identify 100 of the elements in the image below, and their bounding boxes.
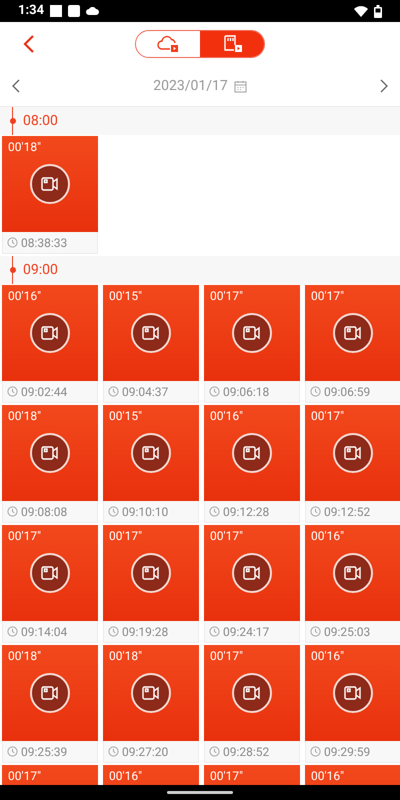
video-thumbnail[interactable]: 00'18"	[2, 645, 98, 741]
video-thumbnail[interactable]: 00'16"	[103, 765, 199, 785]
video-camera-icon	[333, 313, 373, 353]
clip-duration: 00'17"	[8, 528, 41, 544]
video-camera-icon	[131, 313, 171, 353]
video-camera-icon	[232, 553, 272, 593]
clock-icon	[7, 386, 18, 397]
clip-duration: 00'16"	[311, 528, 344, 544]
clock-icon	[7, 237, 18, 248]
clock-icon	[108, 386, 119, 397]
video-camera-icon	[333, 553, 373, 593]
video-thumbnail[interactable]: 00'17"	[204, 285, 300, 381]
video-camera-icon	[131, 673, 171, 713]
clock-icon	[7, 746, 18, 757]
clip-duration: 00'17"	[311, 288, 344, 304]
video-camera-icon	[131, 553, 171, 593]
video-thumbnail[interactable]: 00'18"	[2, 405, 98, 501]
clip-duration: 00'17"	[210, 528, 243, 544]
video-thumbnail[interactable]: 00'15"	[103, 285, 199, 381]
clip-timestamp: 09:25:39	[21, 744, 68, 760]
clip-timestamp: 09:25:03	[324, 624, 370, 640]
video-thumbnail[interactable]: 00'15"	[103, 405, 199, 501]
clip-duration: 00'16"	[210, 408, 243, 424]
clock-icon	[310, 386, 321, 397]
wifi-icon	[354, 6, 368, 16]
clip-duration: 00'16"	[8, 288, 41, 304]
clip-timestamp: 09:12:28	[223, 504, 270, 520]
video-camera-icon	[333, 433, 373, 473]
clip-duration: 00'18"	[8, 648, 41, 664]
clock-icon	[108, 506, 119, 517]
notification-icon	[50, 5, 62, 17]
video-camera-icon	[131, 433, 171, 473]
video-thumbnail[interactable]: 00'18"	[2, 136, 98, 232]
video-thumbnail[interactable]: 00'16"	[305, 765, 400, 785]
clip-duration: 00'16"	[311, 768, 344, 784]
video-thumbnail[interactable]: 00'17"	[305, 405, 400, 501]
clip-timestamp: 09:29:59	[324, 744, 370, 760]
video-camera-icon	[30, 433, 70, 473]
video-thumbnail[interactable]: 00'17"	[103, 525, 199, 621]
clip-timestamp: 09:02:44	[21, 384, 68, 400]
back-chevron-icon	[23, 35, 35, 53]
status-time: 1:34	[18, 2, 44, 20]
clock-icon	[209, 626, 220, 637]
clip-timestamp: 09:04:37	[122, 384, 168, 400]
clock-icon	[108, 746, 119, 757]
video-thumbnail[interactable]: 00'17"	[204, 765, 300, 785]
clip-timestamp: 09:19:28	[122, 624, 168, 640]
video-thumbnail[interactable]: 00'17"	[305, 285, 400, 381]
clock-icon	[7, 506, 18, 517]
clip-duration: 00'17"	[210, 648, 243, 664]
hour-label: 09:00	[23, 260, 58, 280]
clip-duration: 00'15"	[109, 408, 142, 424]
clip-duration: 00'18"	[8, 408, 41, 424]
video-thumbnail[interactable]: 00'16"	[204, 405, 300, 501]
video-camera-icon	[232, 673, 272, 713]
clock-icon	[310, 626, 321, 637]
video-camera-icon	[30, 553, 70, 593]
video-camera-icon	[333, 673, 373, 713]
video-camera-icon	[30, 673, 70, 713]
clip-duration: 00'17"	[210, 288, 243, 304]
video-thumbnail[interactable]: 00'17"	[2, 765, 98, 785]
video-camera-icon	[232, 433, 272, 473]
clip-duration: 00'17"	[311, 408, 344, 424]
clip-duration: 00'17"	[109, 528, 142, 544]
cloud-icon	[86, 7, 100, 15]
video-camera-icon	[30, 164, 70, 204]
video-thumbnail[interactable]: 00'16"	[2, 285, 98, 381]
battery-icon	[374, 4, 382, 18]
video-thumbnail[interactable]: 00'16"	[305, 645, 400, 741]
clip-timestamp: 09:10:10	[122, 504, 168, 520]
clip-timestamp: 09:24:17	[223, 624, 270, 640]
clock-icon	[310, 506, 321, 517]
video-camera-icon	[232, 313, 272, 353]
clip-duration: 00'16"	[109, 768, 142, 784]
clip-timestamp: 09:28:52	[223, 744, 270, 760]
clock-icon	[108, 626, 119, 637]
video-thumbnail[interactable]: 00'17"	[204, 525, 300, 621]
clip-timestamp: 09:06:18	[223, 384, 270, 400]
date-label[interactable]: 2023/01/17	[153, 76, 228, 96]
clip-duration: 00'17"	[8, 768, 41, 784]
video-thumbnail[interactable]: 00'18"	[103, 645, 199, 741]
clip-timestamp: 09:14:04	[21, 624, 68, 640]
clip-duration: 00'18"	[109, 648, 142, 664]
clip-timestamp: 09:27:20	[122, 744, 168, 760]
clock-icon	[209, 746, 220, 757]
clip-timestamp: 09:12:52	[324, 504, 370, 520]
clock-icon	[209, 386, 220, 397]
cloud-video-icon	[157, 34, 179, 54]
video-thumbnail[interactable]: 00'17"	[204, 645, 300, 741]
video-thumbnail[interactable]: 00'16"	[305, 525, 400, 621]
calendar-icon[interactable]	[234, 80, 247, 92]
clip-duration: 00'16"	[311, 648, 344, 664]
clock-icon	[310, 746, 321, 757]
clock-icon	[7, 626, 18, 637]
app-notification-icon	[68, 5, 80, 17]
clip-duration: 00'15"	[109, 288, 142, 304]
hour-label: 08:00	[23, 112, 58, 130]
video-thumbnail[interactable]: 00'17"	[2, 525, 98, 621]
source-tab[interactable]	[200, 31, 264, 57]
clip-timestamp: 08:38:33	[21, 234, 68, 252]
